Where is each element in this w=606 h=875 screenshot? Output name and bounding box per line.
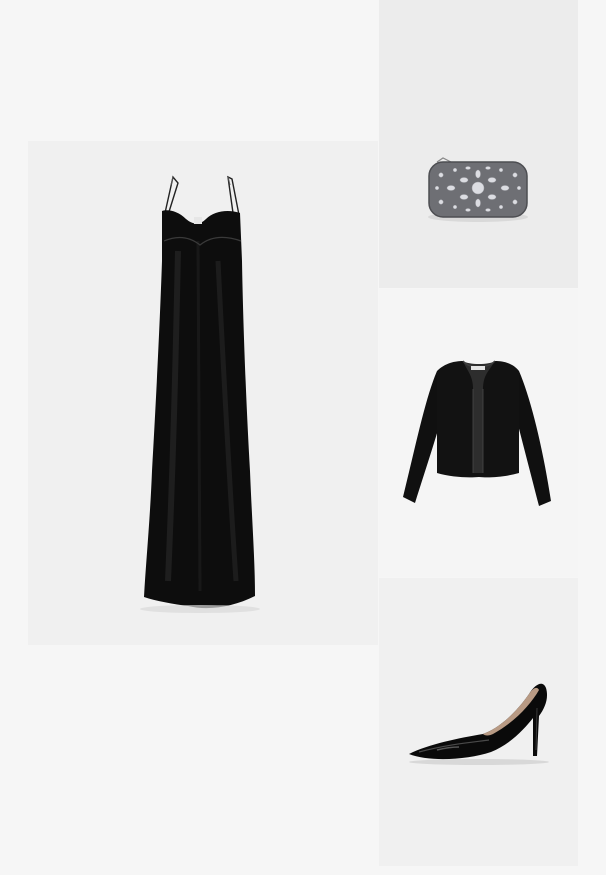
dress-image xyxy=(28,141,378,645)
outfit-collage: { "collage": { "background_color": "#f6f… xyxy=(0,0,606,875)
tile-background xyxy=(379,578,578,866)
product-tile-clutch[interactable] xyxy=(379,0,578,288)
product-tile-jacket[interactable] xyxy=(379,289,578,577)
product-tile-pumps[interactable] xyxy=(379,578,578,866)
tile-background xyxy=(379,0,578,288)
product-tile-dress[interactable] xyxy=(28,141,378,645)
clutch-image xyxy=(379,0,578,288)
jacket-image xyxy=(379,289,578,577)
pumps-image xyxy=(379,578,578,866)
